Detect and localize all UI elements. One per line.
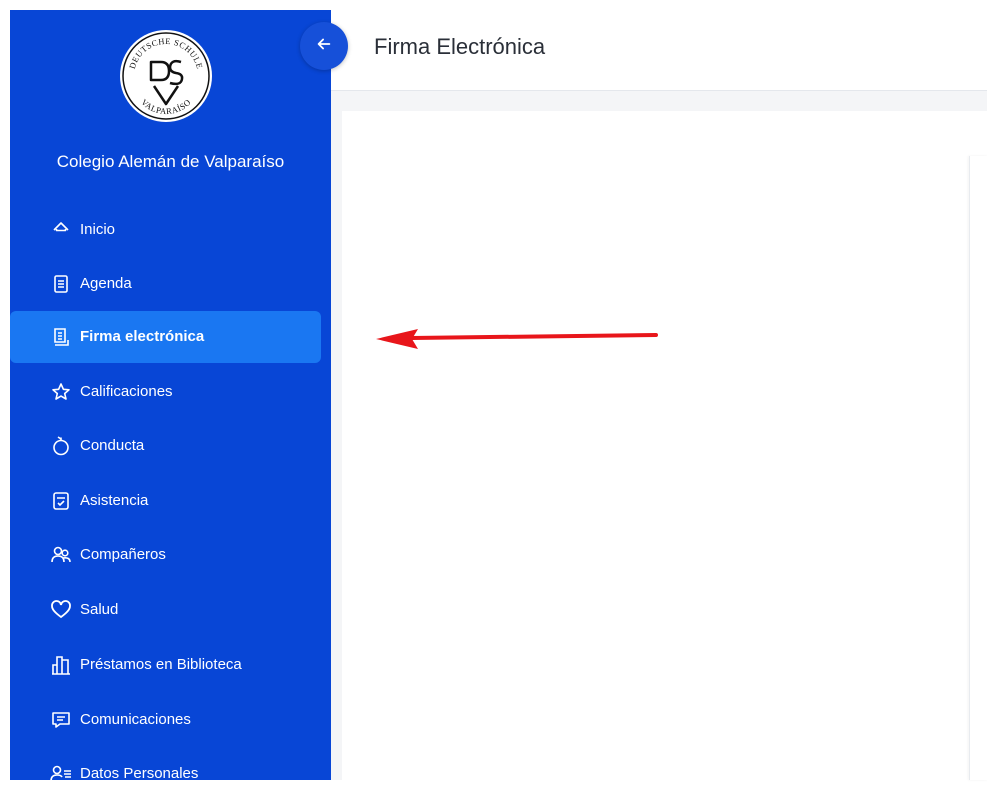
sidebar-item-label: Firma electrónica (80, 328, 205, 345)
collapse-sidebar-button[interactable] (300, 22, 348, 70)
sidebar-item-label: Préstamos en Biblioteca (80, 656, 242, 673)
sidebar-item-label: Compañeros (80, 546, 166, 563)
sidebar-item-label: Asistencia (80, 492, 149, 509)
document-icon (50, 326, 72, 348)
checklist-icon (50, 490, 72, 512)
sidebar-item-asistencia[interactable]: Asistencia (10, 475, 321, 527)
sidebar-item-companeros[interactable]: Compañeros (10, 529, 321, 581)
sidebar-item-label: Conducta (80, 437, 145, 454)
sidebar-item-prestamos-biblioteca[interactable]: Préstamos en Biblioteca (10, 639, 321, 691)
notebook-icon (50, 273, 72, 295)
content-panel (342, 111, 987, 780)
sidebar-item-conducta[interactable]: Conducta (10, 420, 321, 472)
sidebar-item-calificaciones[interactable]: Calificaciones (10, 366, 321, 418)
sidebar-item-salud[interactable]: Salud (10, 584, 321, 636)
sidebar-item-label: Calificaciones (80, 383, 173, 400)
star-icon (50, 381, 72, 403)
sidebar-item-label: Inicio (80, 221, 116, 238)
sidebar-item-label: Agenda (80, 275, 132, 292)
sidebar-item-datos-personales[interactable]: Datos Personales (10, 748, 321, 800)
sidebar-item-label: Salud (80, 601, 119, 618)
home-icon (50, 219, 72, 241)
apple-icon (50, 435, 72, 457)
sidebar-item-label: Datos Personales (80, 765, 199, 782)
person-list-icon (50, 763, 72, 785)
heart-icon (50, 599, 72, 621)
sidebar: DEUTSCHE SCHULE VALPARAÍSO Colegio Alemá… (10, 10, 331, 782)
sidebar-item-comunicaciones[interactable]: Comunicaciones (10, 694, 321, 746)
school-name: Colegio Alemán de Valparaíso (56, 152, 285, 171)
message-icon (50, 709, 72, 731)
sidebar-item-agenda[interactable]: Agenda (10, 258, 321, 310)
sidebar-item-label: Comunicaciones (80, 711, 191, 728)
content-card (969, 156, 987, 780)
sidebar-item-inicio[interactable]: Inicio (10, 204, 321, 256)
library-icon (50, 654, 72, 676)
school-logo: DEUTSCHE SCHULE VALPARAÍSO (118, 28, 214, 124)
annotation-arrow-icon (372, 324, 662, 354)
page-title: Firma Electrónica (374, 34, 546, 59)
header-bar: Firma Electrónica (331, 10, 987, 91)
sidebar-item-firma-electronica[interactable]: Firma electrónica (10, 311, 321, 363)
arrow-left-icon (315, 35, 333, 58)
users-icon (50, 544, 72, 566)
